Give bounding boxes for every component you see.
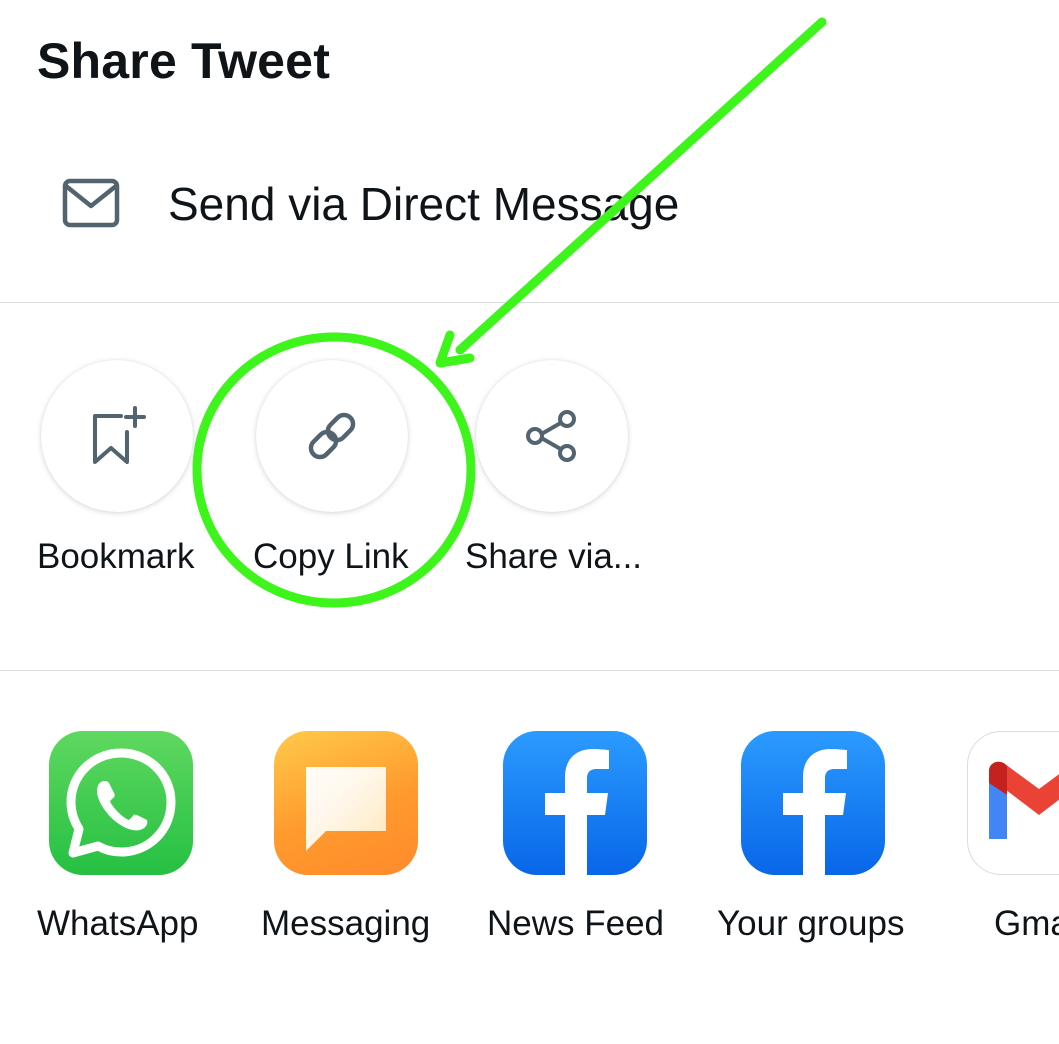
page-title: Share Tweet: [37, 33, 331, 89]
copy-link-label: Copy Link: [253, 537, 409, 576]
bookmark-circle: [41, 360, 193, 512]
divider: [0, 670, 1059, 671]
app-messaging[interactable]: Messaging: [261, 731, 461, 961]
share-icon: [526, 410, 576, 462]
send-via-direct-message-row[interactable]: Send via Direct Message: [0, 140, 1059, 270]
copy-link-circle: [256, 360, 408, 512]
app-whatsapp[interactable]: WhatsApp: [37, 731, 237, 961]
facebook-icon: [741, 731, 885, 875]
highlight-arrowhead: [435, 330, 475, 368]
bookmark-button[interactable]: Bookmark: [37, 360, 237, 590]
link-icon: [308, 412, 356, 460]
app-facebook-news-feed[interactable]: News Feed: [487, 731, 687, 961]
copy-link-button[interactable]: Copy Link: [253, 360, 453, 590]
app-facebook-your-groups[interactable]: Your groups: [717, 731, 917, 961]
envelope-icon: [62, 178, 120, 228]
whatsapp-label: WhatsApp: [37, 904, 199, 943]
whatsapp-icon: [49, 731, 193, 875]
gmail-label: Gmail: [994, 904, 1059, 943]
share-via-button[interactable]: Share via...: [465, 360, 665, 590]
divider: [0, 302, 1059, 303]
your-groups-label: Your groups: [717, 904, 905, 943]
messaging-icon: [274, 731, 418, 875]
share-via-circle: [476, 360, 628, 512]
news-feed-label: News Feed: [487, 904, 665, 943]
bookmark-add-icon: [93, 406, 146, 464]
share-via-label: Share via...: [465, 537, 643, 576]
facebook-icon: [503, 731, 647, 875]
gmail-icon: [967, 731, 1059, 875]
send-via-direct-message-label: Send via Direct Message: [168, 178, 680, 230]
bookmark-label: Bookmark: [37, 537, 195, 576]
messaging-label: Messaging: [261, 904, 431, 943]
app-gmail[interactable]: Gmail: [967, 731, 1059, 961]
